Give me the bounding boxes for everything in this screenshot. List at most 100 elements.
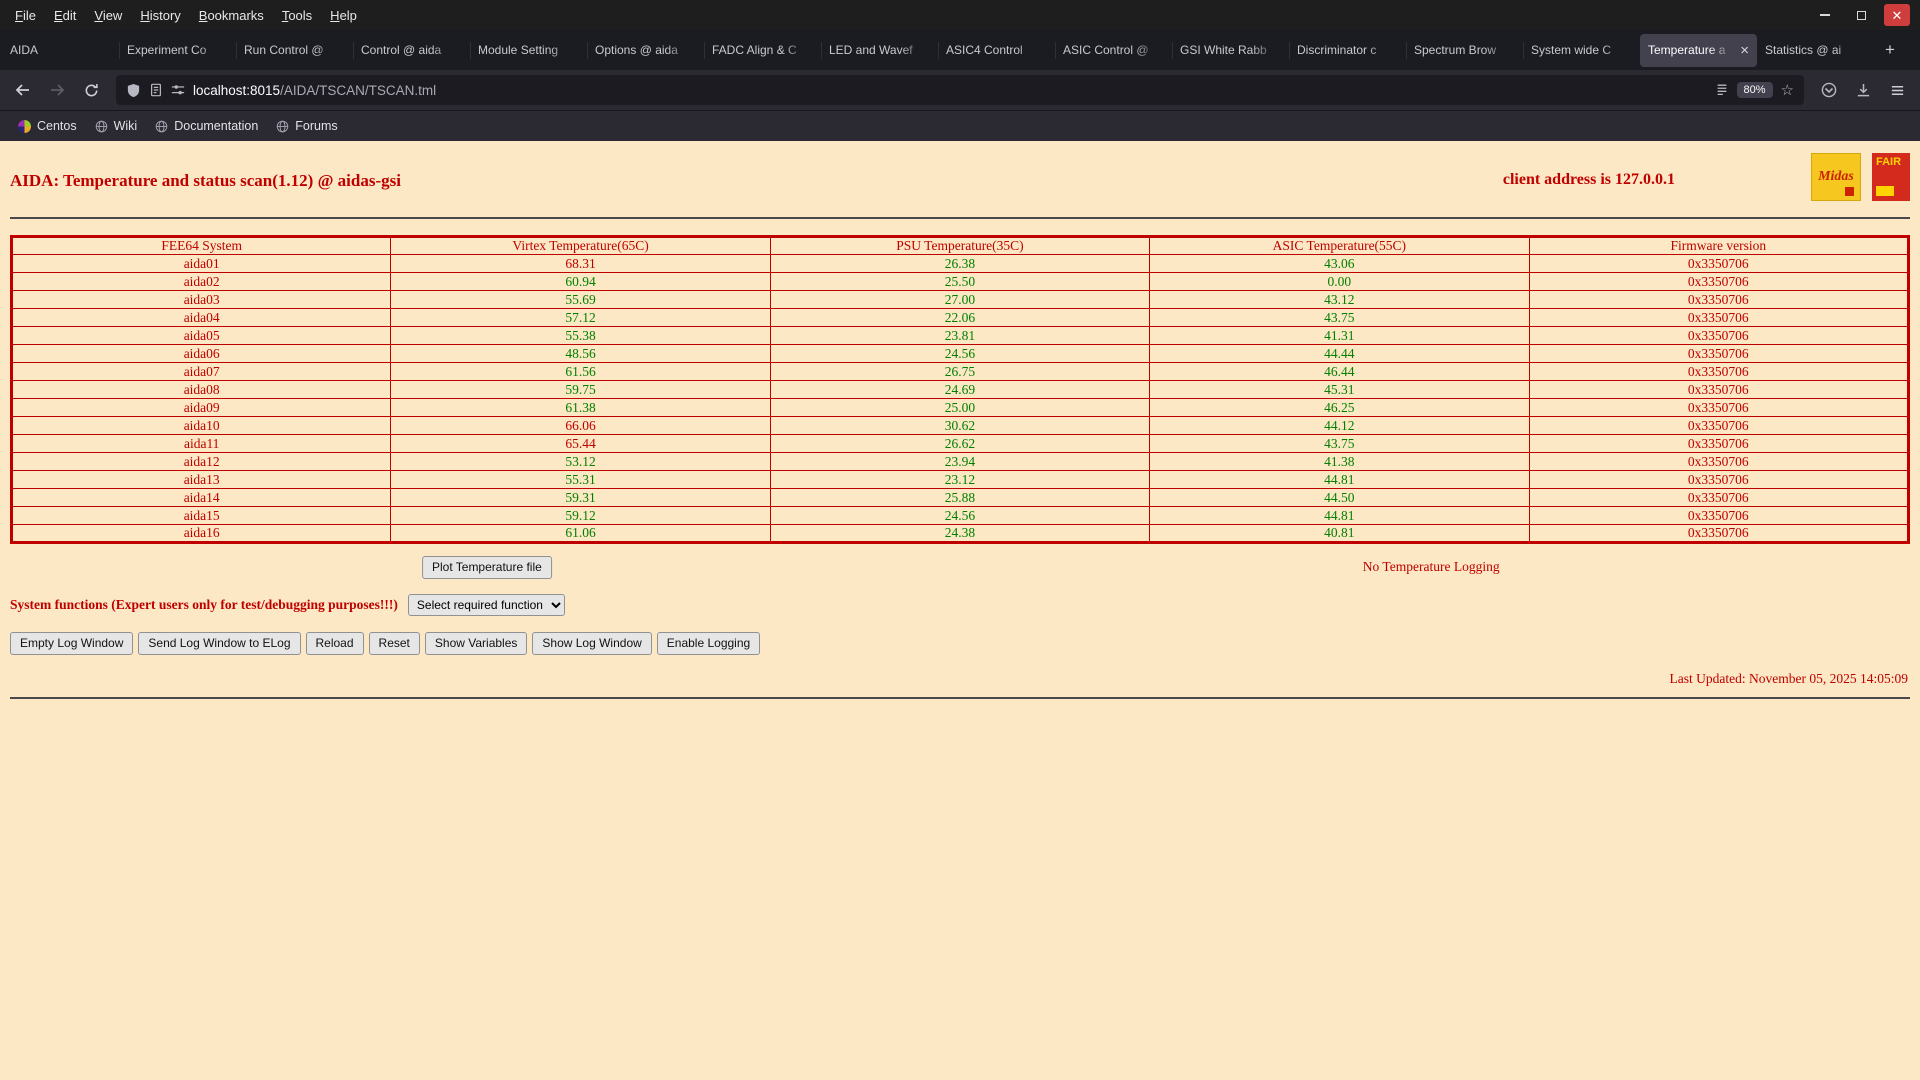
tab-label: GSI White Rabb (1180, 43, 1267, 57)
tab-discriminator-c[interactable]: Discriminator c (1289, 34, 1406, 67)
url-text[interactable]: localhost:8015/AIDA/TSCAN/TSCAN.tml (193, 83, 1707, 98)
forward-button[interactable] (42, 76, 72, 104)
menu-items: File Edit View History Bookmarks Tools Help (6, 4, 366, 27)
page-body: AIDA: Temperature and status scan(1.12) … (0, 141, 1920, 1080)
page-title: AIDA: Temperature and status scan(1.12) … (10, 171, 401, 190)
fee64-name: aida11 (10, 434, 392, 453)
maximize-button[interactable] (1848, 4, 1874, 26)
tab-close-icon[interactable]: × (1740, 43, 1749, 58)
menu-file[interactable]: File (6, 4, 45, 27)
virtex-temperature: 59.75 (390, 380, 771, 399)
tab-gsi-white-rabb[interactable]: GSI White Rabb (1172, 34, 1289, 67)
shield-icon[interactable] (126, 83, 141, 98)
tab-label: Experiment Co (127, 43, 207, 57)
tab-aida[interactable]: AIDA (2, 34, 119, 67)
tab-label: LED and Wavef (829, 43, 913, 57)
asic-temperature: 45.31 (1149, 380, 1530, 399)
asic-temperature: 43.75 (1149, 308, 1530, 327)
column-header: Firmware version (1528, 236, 1910, 255)
tab-temperature-a[interactable]: Temperature a × (1640, 33, 1757, 67)
table-row: aida13 55.31 23.12 44.81 0x3350706 (10, 470, 1910, 489)
tab-options-aida[interactable]: Options @ aida (587, 34, 704, 67)
psu-temperature: 27.00 (769, 290, 1151, 309)
menu-bookmarks[interactable]: Bookmarks (190, 4, 273, 27)
pocket-icon[interactable] (1814, 76, 1844, 104)
button-send-log-window-to-elog[interactable]: Send Log Window to ELog (138, 632, 301, 655)
permissions-icon[interactable] (171, 83, 185, 97)
downloads-icon[interactable] (1848, 76, 1878, 104)
asic-temperature: 44.81 (1149, 470, 1530, 489)
psu-temperature: 26.75 (769, 362, 1151, 381)
button-show-variables[interactable]: Show Variables (424, 632, 528, 655)
tab-run-control[interactable]: Run Control @ (236, 34, 353, 67)
virtex-temperature: 65.44 (390, 434, 771, 453)
tab-experiment-co[interactable]: Experiment Co (119, 34, 236, 67)
centos-icon (18, 119, 31, 133)
button-enable-logging[interactable]: Enable Logging (656, 632, 761, 655)
virtex-temperature: 48.56 (390, 344, 771, 363)
new-tab-button[interactable]: + (1874, 34, 1906, 67)
tab-label: FADC Align & C (712, 43, 797, 57)
page-info-icon[interactable] (149, 83, 163, 97)
page-header: AIDA: Temperature and status scan(1.12) … (0, 141, 1920, 201)
fee64-name: aida01 (10, 254, 392, 273)
button-reset[interactable]: Reset (368, 632, 420, 655)
tab-system-wide-c[interactable]: System wide C (1523, 34, 1640, 67)
tab-module-setting[interactable]: Module Setting (470, 34, 587, 67)
asic-temperature: 43.12 (1149, 290, 1530, 309)
table-row: aida08 59.75 24.69 45.31 0x3350706 (10, 380, 1910, 399)
bookmark-forums[interactable]: Forums (268, 115, 345, 137)
menu-tools[interactable]: Tools (273, 4, 321, 27)
reader-mode-icon[interactable] (1715, 83, 1729, 97)
firmware-version: 0x3350706 (1528, 416, 1910, 435)
plot-temperature-button[interactable]: Plot Temperature file (421, 556, 552, 579)
bookmark-documentation[interactable]: Documentation (147, 115, 266, 137)
psu-temperature: 24.38 (769, 524, 1151, 543)
close-button[interactable]: ✕ (1884, 4, 1910, 26)
tab-spectrum-brow[interactable]: Spectrum Brow (1406, 34, 1523, 67)
asic-temperature: 46.44 (1149, 362, 1530, 381)
button-empty-log-window[interactable]: Empty Log Window (10, 632, 134, 655)
tab-control-aida[interactable]: Control @ aida (353, 34, 470, 67)
asic-temperature: 43.75 (1149, 434, 1530, 453)
tab-asic4-control[interactable]: ASIC4 Control (938, 34, 1055, 67)
close-icon: ✕ (1891, 7, 1903, 23)
psu-temperature: 23.94 (769, 452, 1151, 471)
table-row: aida10 66.06 30.62 44.12 0x3350706 (10, 416, 1910, 435)
zoom-indicator[interactable]: 80% (1736, 82, 1773, 98)
tab-statistics-ai[interactable]: Statistics @ ai (1757, 34, 1874, 67)
fee64-name: aida02 (10, 272, 392, 291)
minimize-icon (1820, 14, 1830, 16)
asic-temperature: 41.31 (1149, 326, 1530, 345)
function-select[interactable]: Select required function (407, 594, 565, 616)
reload-button[interactable] (76, 76, 106, 104)
bookmark-star-icon[interactable]: ☆ (1781, 81, 1794, 99)
back-button[interactable] (8, 76, 38, 104)
asic-temperature: 40.81 (1149, 524, 1530, 543)
table-row: aida15 59.12 24.56 44.81 0x3350706 (10, 506, 1910, 525)
logos: Midas FAIR (1811, 153, 1910, 201)
minimize-button[interactable] (1812, 4, 1838, 26)
menu-edit[interactable]: Edit (45, 4, 85, 27)
fee64-name: aida13 (10, 470, 392, 489)
virtex-temperature: 61.38 (390, 398, 771, 417)
psu-temperature: 24.56 (769, 506, 1151, 525)
button-show-log-window[interactable]: Show Log Window (532, 632, 652, 655)
menu-help[interactable]: Help (321, 4, 366, 27)
tab-fadc-align-c[interactable]: FADC Align & C (704, 34, 821, 67)
tab-asic-control[interactable]: ASIC Control @ (1055, 34, 1172, 67)
menu-view[interactable]: View (85, 4, 131, 27)
menu-history[interactable]: History (131, 4, 189, 27)
bookmark-centos[interactable]: Centos (10, 115, 85, 137)
forward-icon (51, 84, 65, 96)
bookmark-label: Documentation (174, 119, 259, 133)
firmware-version: 0x3350706 (1528, 326, 1910, 345)
psu-temperature: 23.12 (769, 470, 1151, 489)
bookmark-wiki[interactable]: Wiki (87, 115, 146, 137)
tab-led-and-wavef[interactable]: LED and Wavef (821, 34, 938, 67)
button-reload[interactable]: Reload (305, 632, 364, 655)
url-bar[interactable]: localhost:8015/AIDA/TSCAN/TSCAN.tml 80% … (116, 75, 1804, 105)
menu-hamburger-icon[interactable] (1882, 76, 1912, 104)
fee64-name: aida04 (10, 308, 392, 327)
asic-temperature: 0.00 (1149, 272, 1530, 291)
